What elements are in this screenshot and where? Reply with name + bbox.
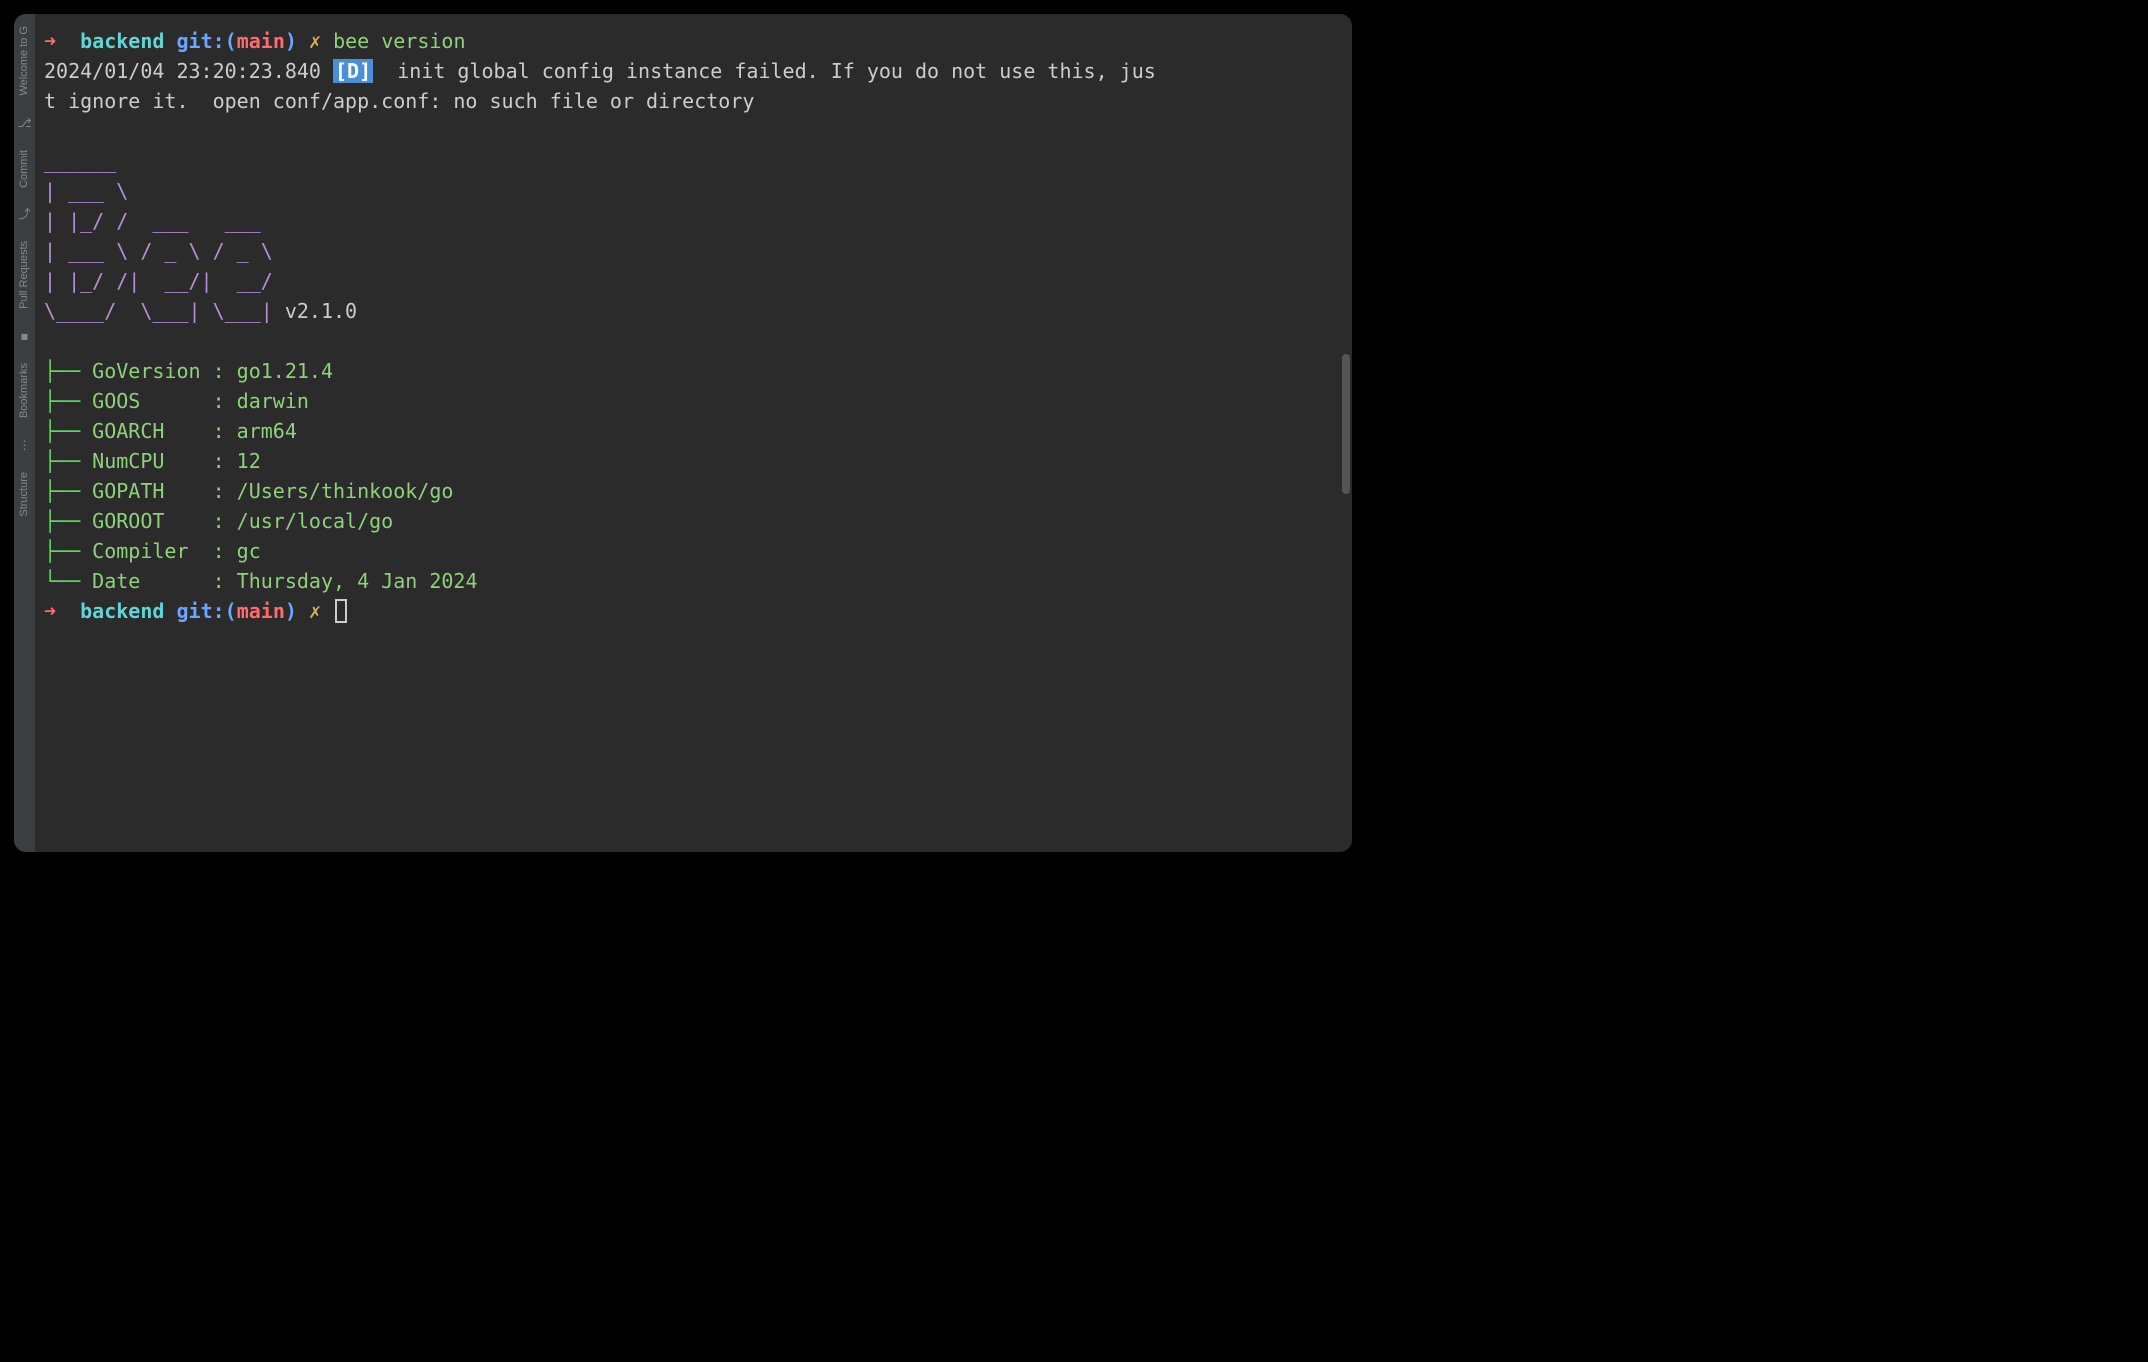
sidebar-tab-pullrequests[interactable]: Pull Requests — [14, 229, 35, 321]
info-key: GOPATH — [92, 479, 200, 503]
info-colon: : — [201, 449, 237, 473]
log-level-badge: [D] — [333, 59, 373, 83]
info-value: 12 — [237, 449, 261, 473]
terminal-cursor[interactable] — [335, 599, 347, 623]
sidebar-tab-welcome[interactable]: Welcome to G — [14, 14, 35, 108]
prompt-directory: backend — [80, 29, 164, 53]
tree-branch-icon: ├── — [44, 419, 80, 443]
info-key: Date — [92, 569, 200, 593]
structure-icon[interactable]: ⋮ — [19, 430, 31, 460]
ascii-art-line: ______ — [44, 149, 116, 173]
prompt-dirty-icon: ✗ — [309, 29, 321, 53]
commit-icon[interactable]: ⎇ — [18, 108, 32, 138]
sidebar-tab-commit[interactable]: Commit — [14, 138, 35, 200]
ide-sidebar: Welcome to G ⎇ Commit ⤴ Pull Requests ◼ … — [14, 14, 36, 852]
info-colon: : — [201, 419, 237, 443]
info-colon: : — [201, 569, 237, 593]
info-key: GOARCH — [92, 419, 200, 443]
prompt-git-label: git:( — [176, 599, 236, 623]
sidebar-tab-bookmarks[interactable]: Bookmarks — [14, 351, 35, 430]
info-colon: : — [201, 539, 237, 563]
terminal-output[interactable]: ➜ backend git:(main) ✗ bee version 2024/… — [36, 14, 1352, 852]
info-colon: : — [201, 479, 237, 503]
prompt-git-branch: main — [237, 29, 285, 53]
info-value: Thursday, 4 Jan 2024 — [237, 569, 478, 593]
prompt-git-branch: main — [237, 599, 285, 623]
prompt-dirty-icon: ✗ — [309, 599, 321, 623]
info-value: gc — [237, 539, 261, 563]
tree-branch-last-icon: └── — [44, 569, 80, 593]
tree-branch-icon: ├── — [44, 389, 80, 413]
info-value: darwin — [237, 389, 309, 413]
terminal-window: Welcome to G ⎇ Commit ⤴ Pull Requests ◼ … — [14, 14, 1352, 852]
command-text: bee version — [333, 29, 465, 53]
log-timestamp: 2024/01/04 23:20:23.840 — [44, 59, 321, 83]
tree-branch-icon: ├── — [44, 359, 80, 383]
info-colon: : — [201, 509, 237, 533]
prompt-directory: backend — [80, 599, 164, 623]
pull-request-icon[interactable]: ⤴ — [18, 199, 30, 229]
tree-branch-icon: ├── — [44, 479, 80, 503]
scrollbar-thumb[interactable] — [1342, 354, 1350, 494]
log-message-2: t ignore it. open conf/app.conf: no such… — [44, 89, 754, 113]
info-value: /usr/local/go — [237, 509, 394, 533]
sidebar-tab-structure[interactable]: Structure — [14, 460, 35, 529]
tree-branch-icon: ├── — [44, 449, 80, 473]
info-colon: : — [201, 389, 237, 413]
tree-branch-icon: ├── — [44, 539, 80, 563]
tree-branch-icon: ├── — [44, 509, 80, 533]
prompt-git-close: ) — [285, 29, 297, 53]
info-value: arm64 — [237, 419, 297, 443]
info-value: go1.21.4 — [237, 359, 333, 383]
bookmark-icon[interactable]: ◼ — [21, 321, 28, 351]
bee-version: v2.1.0 — [273, 299, 357, 323]
info-key: Compiler — [92, 539, 200, 563]
prompt-git-close: ) — [285, 599, 297, 623]
prompt-git-label: git:( — [176, 29, 236, 53]
prompt-arrow: ➜ — [44, 29, 56, 53]
ascii-art-line: \____/ \___| \___| — [44, 299, 273, 323]
prompt-arrow: ➜ — [44, 599, 56, 623]
ascii-art-line: | |_/ / ___ ___ — [44, 209, 261, 233]
info-key: GoVersion — [92, 359, 200, 383]
info-key: GOROOT — [92, 509, 200, 533]
info-key: GOOS — [92, 389, 200, 413]
info-value: /Users/thinkook/go — [237, 479, 454, 503]
info-colon: : — [201, 359, 237, 383]
log-message-1: init global config instance failed. If y… — [385, 59, 1156, 83]
ascii-art-line: | ___ \ / _ \ / _ \ — [44, 239, 273, 263]
ascii-art-line: | |_/ /| __/| __/ — [44, 269, 273, 293]
info-key: NumCPU — [92, 449, 200, 473]
ascii-art-line: | ___ \ — [44, 179, 128, 203]
